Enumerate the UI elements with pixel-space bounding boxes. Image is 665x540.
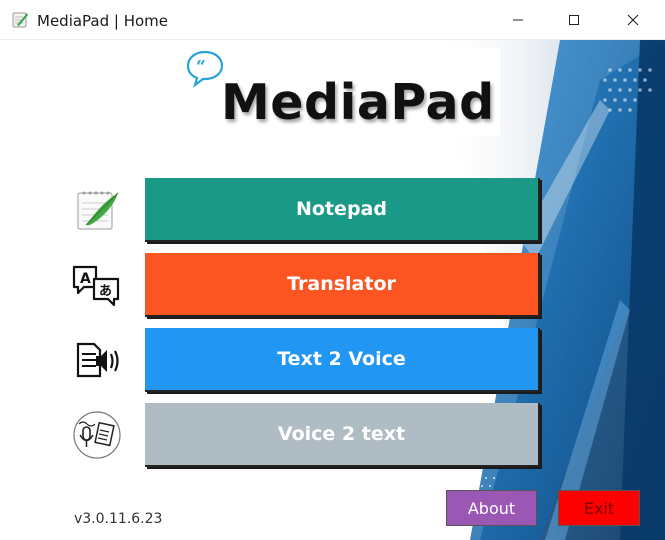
close-icon <box>627 14 639 26</box>
mediapad-window: MediaPad | Home “ MediaPad A あ Notepad T… <box>0 0 665 540</box>
minimize-icon <box>513 19 523 21</box>
app-icon <box>12 12 28 28</box>
voice-to-text-icon <box>70 408 124 462</box>
svg-text:あ: あ <box>99 284 112 299</box>
voice-to-text-button[interactable]: Voice 2 text <box>145 403 540 467</box>
title-bar[interactable]: MediaPad | Home <box>0 0 665 40</box>
speech-bubble-icon: “ <box>186 50 224 88</box>
svg-text:“: “ <box>196 57 206 77</box>
window-title: MediaPad | Home <box>37 12 169 30</box>
logo-text: MediaPad <box>221 74 495 131</box>
version-label: v3.0.11.6.23 <box>74 511 163 527</box>
close-button[interactable] <box>610 0 656 40</box>
exit-button[interactable]: Exit <box>558 490 640 526</box>
logo: “ MediaPad <box>185 48 500 136</box>
svg-text:A: A <box>80 271 91 287</box>
maximize-button[interactable] <box>551 0 597 40</box>
translator-button[interactable]: Translator <box>145 253 540 317</box>
notepad-quill-icon <box>70 183 124 237</box>
home-panel: “ MediaPad A あ Notepad Translator Text 2… <box>0 40 665 540</box>
about-button[interactable]: About <box>446 490 537 526</box>
text-to-voice-button[interactable]: Text 2 Voice <box>145 328 540 392</box>
notepad-button[interactable]: Notepad <box>145 178 540 242</box>
text-to-speech-icon <box>70 333 124 387</box>
translate-icon: A あ <box>70 258 124 312</box>
maximize-icon <box>569 15 579 25</box>
minimize-button[interactable] <box>495 0 541 40</box>
